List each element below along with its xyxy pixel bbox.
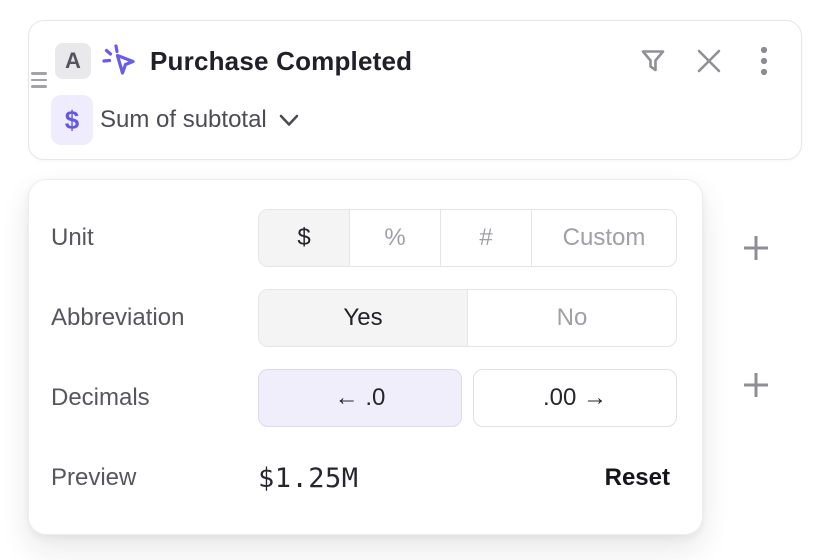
number-format-panel: Unit $ % # Custom Abbreviation Yes No De…: [28, 179, 703, 535]
module-letter-badge: A: [55, 43, 91, 79]
unit-row: Unit $ % # Custom: [51, 209, 677, 267]
preview-row: Preview $1.25M Reset: [51, 449, 677, 507]
unit-option-custom[interactable]: Custom: [532, 210, 676, 266]
measure-unit-badge: $: [51, 95, 93, 145]
event-title[interactable]: Purchase Completed: [150, 46, 412, 77]
kebab-menu-icon[interactable]: [746, 43, 782, 79]
measure-label: Sum of subtotal: [100, 105, 267, 135]
add-button-bottom[interactable]: [734, 363, 778, 407]
unit-option-number[interactable]: #: [441, 210, 532, 266]
unit-option-percent[interactable]: %: [350, 210, 441, 266]
reset-button[interactable]: Reset: [605, 464, 670, 492]
unit-segmented-control: $ % # Custom: [258, 209, 677, 267]
event-module-card: A Purchase Completed $ Sum of subto: [28, 20, 802, 160]
preview-value: $1.25M: [258, 463, 359, 494]
click-event-icon: [99, 41, 139, 81]
decimals-label: Decimals: [51, 384, 258, 412]
drag-handle-icon[interactable]: [31, 72, 47, 92]
abbreviation-segmented-control: Yes No: [258, 289, 677, 347]
decimals-controls: ← .0 .00 →: [258, 369, 677, 427]
decimals-increase-button[interactable]: .00 →: [473, 369, 677, 427]
preview-label: Preview: [51, 464, 258, 492]
unit-option-dollar[interactable]: $: [259, 210, 350, 266]
filter-icon[interactable]: [635, 42, 671, 78]
abbreviation-label: Abbreviation: [51, 304, 258, 332]
add-button-top[interactable]: [734, 226, 778, 270]
abbreviation-option-yes[interactable]: Yes: [259, 290, 468, 346]
decimals-row: Decimals ← .0 .00 →: [51, 369, 677, 427]
abbreviation-option-no[interactable]: No: [468, 290, 676, 346]
abbreviation-row: Abbreviation Yes No: [51, 289, 677, 347]
decimals-decrease-button[interactable]: ← .0: [258, 369, 462, 427]
measure-selector[interactable]: Sum of subtotal: [100, 105, 299, 135]
unit-label: Unit: [51, 224, 258, 252]
chevron-down-icon: [279, 114, 299, 127]
close-icon[interactable]: [691, 43, 727, 79]
